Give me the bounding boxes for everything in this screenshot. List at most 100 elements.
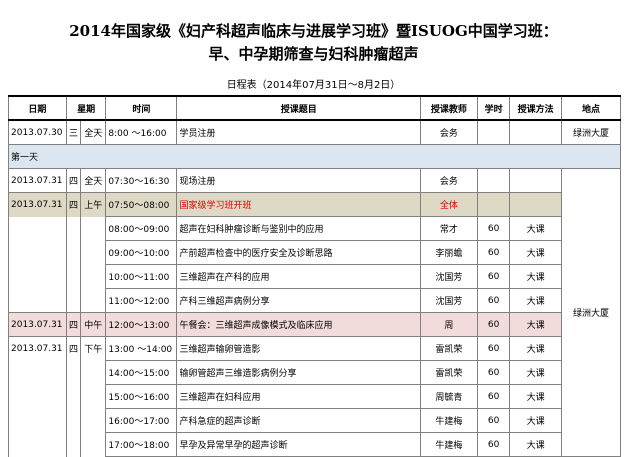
table-header-row: 日期 星期 时间 授课题目 授课教师 学时 授课方法 地点 (8, 95, 621, 121)
cell-teacher: 雷凯荣 (420, 360, 478, 385)
cell-method (509, 168, 563, 193)
cell-date: 2013.07.31 (8, 312, 67, 337)
cell-weekday: 四 (65, 168, 82, 193)
page-title-line2: 早、中孕期筛查与妇科肿瘤超声 (208, 45, 419, 63)
cell-method (509, 192, 563, 217)
cell-weekday (65, 360, 82, 385)
cell-period: 下午 (80, 336, 107, 361)
cell-teacher: 周毓青 (420, 384, 478, 409)
cell-hours (476, 192, 511, 217)
cell-time: 09:00～10:00 (105, 240, 178, 265)
day-section-row: 第一天 (8, 144, 621, 169)
cell-method: 大课 (509, 384, 563, 409)
cell-weekday: 四 (65, 336, 82, 361)
cell-method: 大课 (509, 360, 563, 385)
table-row: 2013.07.31 四全天 07:30～16:30 现场注册 会务 绿洲大厦 (8, 168, 621, 457)
cell-period (80, 432, 107, 457)
cell-topic: 现场注册 (176, 168, 422, 193)
cell-topic: 产前超声检查中的医疗安全及诊断思路 (176, 240, 422, 265)
header-method: 授课方法 (509, 95, 563, 121)
cell-topic: 午餐会：三维超声成像模式及临床应用 (176, 312, 422, 337)
cell-hours: 60 (476, 312, 511, 337)
cell-topic: 三维超声在妇科应用 (176, 384, 422, 409)
cell-teacher: 牛建梅 (420, 432, 478, 457)
cell-period (80, 216, 107, 241)
cell-teacher: 沈国芳 (420, 264, 478, 289)
cell-time: 11:00～12:00 (105, 288, 178, 313)
cell-period (80, 264, 107, 289)
cell-time: 17:00～18:00 (105, 432, 178, 457)
cell-period (80, 240, 107, 265)
cell-hours: 60 (476, 240, 511, 265)
cell-date: 2013.07.30 (8, 119, 67, 145)
cell-date: 2013.07.31 (8, 336, 67, 361)
cell-method: 大课 (509, 432, 563, 457)
cell-hours: 60 (476, 432, 511, 457)
cell-hours: 60 (476, 336, 511, 361)
table-row: 2013.07.31 四上午 07:50～08:00 国家级学习班开班 全体 (8, 192, 621, 217)
cell-method: 大课 (509, 264, 563, 289)
cell-hours (476, 168, 511, 193)
cell-topic: 产科急症的超声诊断 (176, 408, 422, 433)
cell-teacher: 沈国芳 (420, 288, 478, 313)
cell-weekday (65, 240, 82, 265)
cell-teacher: 雷凯荣 (420, 336, 478, 361)
cell-period: 上午 (80, 192, 107, 217)
cell-topic: 产科三维超声病例分享 (176, 288, 422, 313)
cell-method: 大课 (509, 312, 563, 337)
table-row: 11:00～12:00 产科三维超声病例分享 沈国芳 60 大课 (8, 288, 621, 313)
cell-weekday (65, 432, 82, 457)
cell-weekday: 三 (65, 119, 82, 145)
cell-method: 大课 (509, 336, 563, 361)
table-row: 17:00～18:00 早孕及异常早孕的超声诊断 牛建梅 60 大课 (8, 432, 621, 457)
cell-time: 07:30～16:30 (105, 168, 178, 193)
cell-time: 10:00～11:00 (105, 264, 178, 289)
cell-date: 2013.07.31 (8, 192, 67, 217)
header-time: 时间 (105, 95, 178, 121)
cell-date (8, 360, 67, 385)
table-row: 10:00～11:00 三维超声在产科的应用 沈国芳 60 大课 (8, 264, 621, 289)
cell-weekday: 四 (65, 192, 82, 217)
cell-teacher: 李丽蟾 (420, 240, 478, 265)
schedule-caption: 日程表（2014年07月31日～8月2日） (226, 80, 401, 91)
cell-time: 08:00～09:00 (105, 216, 178, 241)
cell-topic: 早孕及异常早孕的超声诊断 (176, 432, 422, 457)
cell-time: 15:00～16:00 (105, 384, 178, 409)
cell-weekday: 四 (65, 312, 82, 337)
header-weekday: 星期 (65, 95, 107, 121)
cell-venue: 绿洲大厦 (561, 119, 621, 145)
cell-date (8, 264, 67, 289)
cell-method: 大课 (509, 240, 563, 265)
table-row: 08:00～09:00 超声在妇科肿瘤诊断与鉴别中的应用 常才 60 大课 (8, 216, 621, 241)
cell-period: 中午 (80, 312, 107, 337)
cell-topic: 超声在妇科肿瘤诊断与鉴别中的应用 (176, 216, 422, 241)
cell-teacher: 牛建梅 (420, 408, 478, 433)
page-title-line1: 2014年国家级《妇产科超声临床与进展学习班》暨ISUOG中国学习班： (69, 22, 558, 40)
cell-topic: 学员注册 (176, 119, 422, 145)
cell-teacher: 周 (420, 312, 478, 337)
cell-weekday (65, 216, 82, 241)
cell-teacher: 常才 (420, 216, 478, 241)
cell-hours: 60 (476, 264, 511, 289)
cell-period (80, 288, 107, 313)
header-date: 日期 (8, 95, 67, 121)
cell-date: 2013.07.31 (8, 168, 67, 193)
cell-period (80, 408, 107, 433)
cell-period: 全天 (80, 119, 107, 145)
cell-method: 大课 (509, 408, 563, 433)
cell-period (80, 384, 107, 409)
cell-hours: 60 (476, 216, 511, 241)
cell-time: 13:00 ～14:00 (105, 336, 178, 361)
cell-method: 大课 (509, 216, 563, 241)
cell-weekday (65, 288, 82, 313)
schedule-rows: 2013.07.31 四全天 07:30～16:30 现场注册 会务 绿洲大厦 2013.0… (8, 168, 621, 457)
cell-hours: 60 (476, 360, 511, 385)
cell-weekday (65, 264, 82, 289)
cell-weekday (65, 408, 82, 433)
cell-time: 8:00 ～16:00 (105, 119, 178, 145)
cell-time: 12:00～13:00 (105, 312, 178, 337)
cell-date (8, 408, 67, 433)
cell-hours: 60 (476, 288, 511, 313)
header-hours: 学时 (476, 95, 511, 121)
cell-date (8, 288, 67, 313)
